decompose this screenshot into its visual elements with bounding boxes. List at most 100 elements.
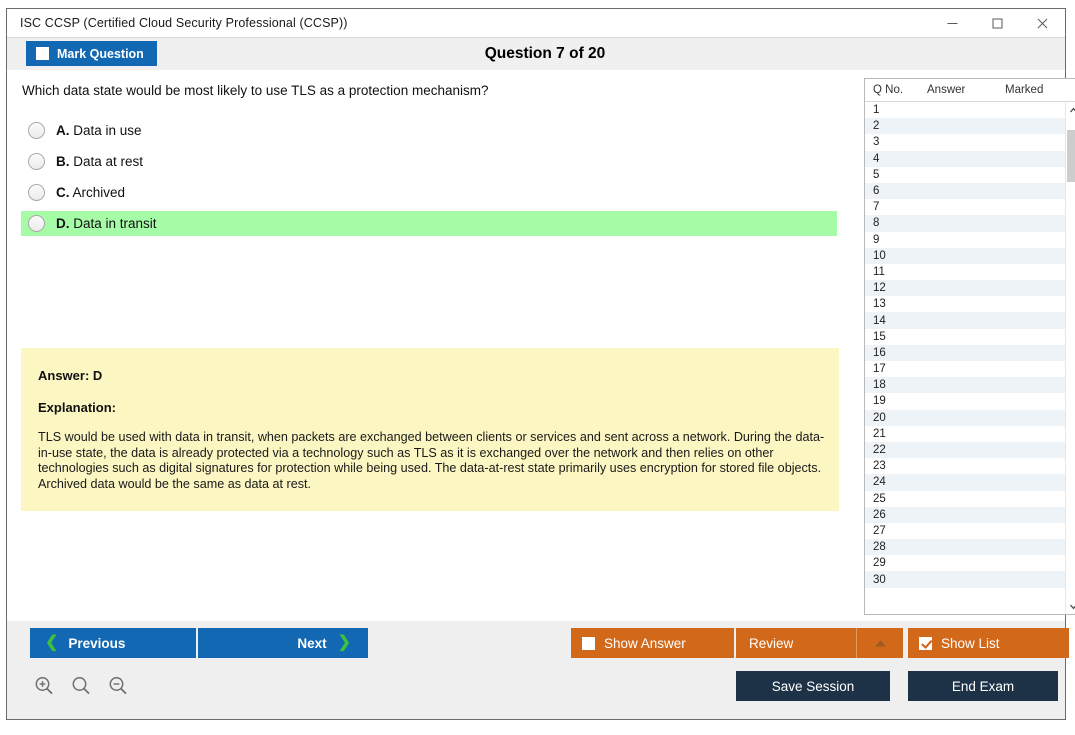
option-text-d: Data in transit	[73, 216, 157, 231]
answer-value: Answer: D	[38, 368, 103, 383]
option-label-c: C. Archived	[56, 185, 125, 200]
question-row-number: 9	[873, 233, 880, 246]
show-answer-button[interactable]: Show Answer	[571, 628, 734, 658]
answer-explanation-panel: Answer: D Explanation: TLS would be used…	[21, 348, 839, 511]
question-list-row[interactable]: 22	[865, 441, 1065, 459]
question-list-row[interactable]: 28	[865, 539, 1065, 556]
scroll-up-icon[interactable]	[1066, 102, 1075, 118]
question-list-row[interactable]: 13	[865, 296, 1065, 313]
question-list-row[interactable]: 7	[865, 199, 1065, 216]
option-row-d[interactable]: D. Data in transit	[21, 211, 837, 236]
question-list-row[interactable]: 20	[865, 409, 1065, 426]
question-list-row[interactable]: 17	[865, 361, 1065, 378]
question-row-number: 25	[873, 492, 886, 505]
question-list-row[interactable]: 4	[865, 150, 1065, 167]
question-list-row[interactable]: 21	[865, 425, 1065, 442]
next-button[interactable]: Next ❯	[198, 628, 368, 658]
question-row-number: 1	[873, 104, 880, 117]
save-session-button[interactable]: Save Session	[736, 671, 890, 701]
option-letter-b: B.	[56, 154, 70, 169]
option-row-a[interactable]: A. Data in use	[21, 118, 837, 143]
question-row-number: 29	[873, 557, 886, 570]
question-list-scroll-area: 1 2 3 4 5 6 7 8 9 10 11 12 13 14 15 16 17 18 19 20 21 22 23 24 2…	[865, 102, 1075, 614]
option-row-c[interactable]: C. Archived	[21, 180, 837, 205]
mark-question-button[interactable]: Mark Question	[26, 41, 157, 66]
previous-button[interactable]: ❮ Previous	[30, 628, 196, 658]
zoom-controls	[29, 671, 133, 701]
mark-question-checkbox[interactable]	[36, 47, 49, 60]
question-list-row[interactable]: 1	[865, 102, 1065, 119]
question-list-row[interactable]: 12	[865, 280, 1065, 297]
question-list-row[interactable]: 23	[865, 458, 1065, 475]
option-letter-c: C.	[56, 185, 70, 200]
question-list-scrollbar[interactable]	[1065, 102, 1075, 614]
question-list-row[interactable]: 15	[865, 328, 1065, 345]
question-stem: Which data state would be most likely to…	[22, 83, 489, 98]
show-list-button[interactable]: Show List	[908, 628, 1069, 658]
option-label-b: B. Data at rest	[56, 154, 143, 169]
question-list-row[interactable]: 8	[865, 215, 1065, 232]
question-list-row[interactable]: 24	[865, 474, 1065, 491]
question-list-row[interactable]: 3	[865, 134, 1065, 151]
question-row-number: 10	[873, 249, 886, 262]
review-dropdown[interactable]: Review	[736, 628, 903, 658]
scroll-down-icon[interactable]	[1066, 598, 1075, 614]
zoom-in-icon[interactable]	[29, 671, 59, 701]
option-letter-a: A.	[56, 123, 70, 138]
radio-c[interactable]	[28, 184, 45, 201]
zoom-reset-icon[interactable]	[66, 671, 96, 701]
question-list-row[interactable]: 16	[865, 344, 1065, 361]
show-list-checkbox[interactable]	[919, 636, 932, 650]
window-controls	[930, 9, 1065, 37]
question-row-number: 22	[873, 444, 886, 457]
question-list-row[interactable]: 10	[865, 247, 1065, 264]
title-bar: ISC CCSP (Certified Cloud Security Profe…	[7, 9, 1065, 37]
question-list-row[interactable]: 30	[865, 571, 1065, 588]
question-list-row[interactable]: 27	[865, 522, 1065, 540]
question-row-number: 23	[873, 460, 886, 473]
question-list-row[interactable]: 5	[865, 166, 1065, 183]
question-list-row[interactable]: 29	[865, 555, 1065, 572]
zoom-out-icon[interactable]	[103, 671, 133, 701]
question-row-number: 28	[873, 541, 886, 554]
review-dropdown-label: Review	[749, 635, 794, 651]
option-text-c: Archived	[72, 185, 126, 200]
scrollbar-track[interactable]	[1066, 118, 1075, 598]
question-row-number: 19	[873, 395, 886, 408]
radio-d[interactable]	[28, 215, 45, 232]
question-row-number: 15	[873, 330, 886, 343]
maximize-icon[interactable]	[975, 9, 1020, 37]
question-list-row[interactable]: 14	[865, 312, 1065, 329]
option-row-b[interactable]: B. Data at rest	[21, 149, 837, 174]
question-row-number: 18	[873, 379, 886, 392]
chevron-up-icon[interactable]	[857, 628, 903, 658]
question-list-row[interactable]: 11	[865, 263, 1065, 281]
exam-window: ISC CCSP (Certified Cloud Security Profe…	[6, 8, 1075, 720]
question-list-row[interactable]: 2	[865, 118, 1065, 135]
chevron-left-icon: ❮	[45, 634, 59, 651]
option-label-a: A. Data in use	[56, 123, 142, 138]
minimize-icon[interactable]	[930, 9, 975, 37]
question-list-row[interactable]: 18	[865, 377, 1065, 394]
radio-a[interactable]	[28, 122, 45, 139]
question-list-row[interactable]: 19	[865, 393, 1065, 410]
scrollbar-thumb[interactable]	[1067, 130, 1075, 182]
question-list-row[interactable]: 6	[865, 182, 1065, 200]
radio-b[interactable]	[28, 153, 45, 170]
explanation-body: TLS would be used with data in transit, …	[38, 430, 825, 491]
column-header-qno: Q No.	[873, 84, 904, 96]
option-letter-d: D.	[56, 216, 70, 231]
question-list-row[interactable]: 25	[865, 490, 1065, 507]
question-row-number: 21	[873, 427, 886, 440]
question-row-number: 12	[873, 282, 886, 295]
question-row-number: 4	[873, 152, 880, 165]
end-exam-button[interactable]: End Exam	[908, 671, 1058, 701]
show-answer-checkbox[interactable]	[582, 636, 595, 650]
question-list-panel: Q No. Answer Marked 1 2 3 4 5 6 7 8 9 10 11 12 13 14 1…	[864, 78, 1075, 615]
question-list-row[interactable]: 9	[865, 231, 1065, 248]
column-header-answer: Answer	[927, 84, 966, 96]
question-row-number: 11	[873, 265, 885, 278]
question-row-number: 7	[873, 201, 880, 214]
question-list-row[interactable]: 26	[865, 506, 1065, 523]
close-icon[interactable]	[1020, 9, 1065, 37]
